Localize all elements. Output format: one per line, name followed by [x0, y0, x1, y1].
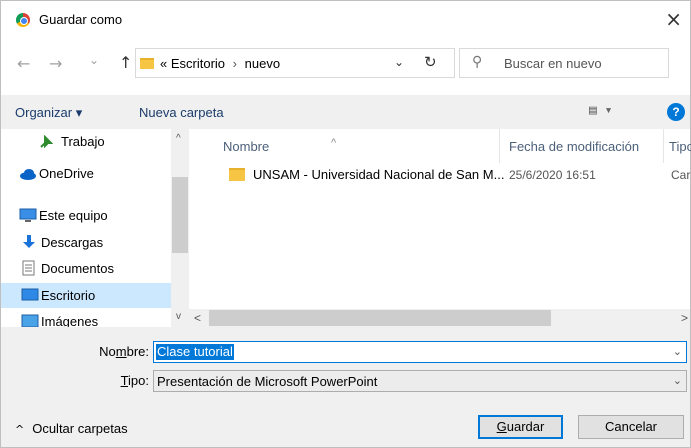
new-folder-button[interactable]: Nueva carpeta [139, 105, 224, 120]
document-icon [22, 260, 35, 276]
hide-folders-toggle[interactable]: ^ Ocultar carpetas [15, 421, 128, 436]
sidebar-item-descargas[interactable]: Descargas [1, 230, 171, 255]
column-label: Nombre [223, 139, 270, 154]
forward-arrow-icon[interactable]: → [49, 54, 62, 73]
sidebar-item-imagenes[interactable]: Imágenes [1, 309, 171, 327]
chevron-down-icon[interactable]: ⌄ [673, 374, 682, 387]
save-as-dialog: Guardar como × ← → ⌄ ↑ « Escritorio › nu… [0, 0, 691, 448]
sidebar-scroll-thumb[interactable] [172, 177, 188, 253]
sidebar-item-documentos[interactable]: Documentos [1, 256, 171, 281]
folder-icon [140, 58, 154, 69]
file-name: UNSAM - Universidad Nacional de San M... [253, 167, 505, 182]
file-name-field[interactable]: Clase tutorial ⌄ [153, 341, 687, 363]
pin-icon [40, 135, 53, 149]
table-row[interactable]: UNSAM - Universidad Nacional de San M...… [189, 163, 691, 187]
navigation-bar: ← → ⌄ ↑ « Escritorio › nuevo ⌄ ↻ ⚲ Busca… [1, 39, 690, 95]
view-options-icon[interactable]: ▤ ▾ [589, 103, 612, 118]
sidebar-item-label: Este equipo [39, 208, 108, 223]
breadcrumb-item-nuevo[interactable]: nuevo [245, 56, 280, 71]
close-icon[interactable]: × [665, 7, 682, 31]
dialog-footer: ^ Ocultar carpetas Guardar Cancelar [1, 401, 690, 447]
column-divider[interactable] [499, 129, 500, 163]
desktop-icon [21, 288, 39, 301]
chevron-up-icon: ^ [15, 423, 25, 436]
sidebar-item-label: Documentos [41, 261, 114, 276]
help-icon[interactable]: ? [667, 103, 685, 121]
scroll-left-icon[interactable]: < [194, 311, 201, 325]
organize-button[interactable]: Organizar ▾ [15, 105, 82, 121]
file-name-value[interactable]: Clase tutorial [156, 344, 234, 360]
scroll-down-icon[interactable]: v [176, 311, 181, 322]
search-icon: ⚲ [472, 54, 483, 70]
file-type-value: Presentación de Microsoft PowerPoint [157, 374, 378, 389]
horizontal-scrollbar[interactable]: < > [189, 309, 690, 327]
chrome-icon [16, 13, 30, 27]
breadcrumb-separator-icon: › [232, 56, 238, 71]
cancel-button[interactable]: Cancelar [578, 415, 684, 439]
refresh-icon[interactable]: ↻ [424, 53, 437, 71]
hide-folders-label: Ocultar carpetas [32, 421, 128, 436]
breadcrumb-item-escritorio[interactable]: Escritorio [171, 56, 225, 71]
chevron-down-icon[interactable]: ⌄ [394, 55, 404, 69]
recent-locations-icon[interactable]: ⌄ [89, 53, 99, 67]
scroll-up-icon[interactable]: ^ [176, 133, 181, 144]
column-divider[interactable] [663, 129, 664, 163]
sidebar-item-label: Trabajo [61, 134, 105, 149]
computer-icon [19, 208, 37, 222]
sidebar-item-label: Imágenes [41, 314, 99, 327]
folder-icon [229, 168, 245, 181]
file-name-row: Nombre: Clase tutorial ⌄ [1, 341, 690, 363]
up-arrow-icon[interactable]: ↑ [119, 53, 132, 72]
title-bar: Guardar como × [1, 1, 690, 39]
cloud-icon [20, 169, 36, 180]
window-title: Guardar como [39, 12, 123, 27]
pictures-icon [21, 314, 39, 327]
column-header-type[interactable]: Tipo [669, 139, 691, 154]
chevron-down-icon[interactable]: ⌄ [673, 345, 682, 358]
sidebar-item-label: Descargas [41, 235, 104, 250]
column-header-date[interactable]: Fecha de modificación [509, 139, 639, 154]
search-input[interactable]: Buscar en nuevo [504, 56, 602, 71]
back-arrow-icon[interactable]: ← [17, 54, 30, 73]
file-name-label: Nombre: [99, 344, 149, 359]
file-date: 25/6/2020 16:51 [509, 168, 596, 182]
sidebar-item-label: OneDrive [39, 166, 94, 181]
breadcrumb: « Escritorio › nuevo [160, 56, 280, 71]
file-list: Nombre ^ Fecha de modificación Tipo UNSA… [189, 129, 691, 327]
horizontal-scroll-thumb[interactable] [209, 310, 551, 326]
navigation-pane: Trabajo OneDrive Este equipo Descargas D… [1, 129, 189, 327]
download-icon [23, 235, 35, 248]
sidebar-item-trabajo[interactable]: Trabajo [1, 129, 171, 154]
file-type-row: Tipo: Presentación de Microsoft PowerPoi… [1, 370, 690, 392]
sort-ascending-icon: ^ [331, 137, 337, 149]
sidebar-item-label: Escritorio [41, 288, 96, 303]
sidebar-scrollbar[interactable]: ^ v [171, 129, 189, 327]
save-button[interactable]: Guardar [478, 415, 563, 439]
scroll-right-icon[interactable]: > [681, 311, 688, 325]
command-bar: Organizar ▾ Nueva carpeta ▤ ▾ ? [1, 95, 690, 129]
search-box[interactable]: ⚲ Buscar en nuevo [459, 48, 669, 78]
breadcrumb-overflow[interactable]: « [160, 56, 167, 71]
column-header-name[interactable]: Nombre ^ [223, 137, 336, 154]
file-type-select[interactable]: Presentación de Microsoft PowerPoint ⌄ [153, 370, 687, 392]
sidebar-item-este-equipo[interactable]: Este equipo [1, 203, 171, 228]
sidebar-item-escritorio[interactable]: Escritorio [1, 283, 171, 308]
file-type: Carp [671, 168, 691, 182]
address-bar[interactable]: « Escritorio › nuevo ⌄ ↻ [135, 48, 455, 78]
file-type-label: Tipo: [120, 373, 149, 388]
sidebar-item-onedrive[interactable]: OneDrive [1, 161, 171, 186]
